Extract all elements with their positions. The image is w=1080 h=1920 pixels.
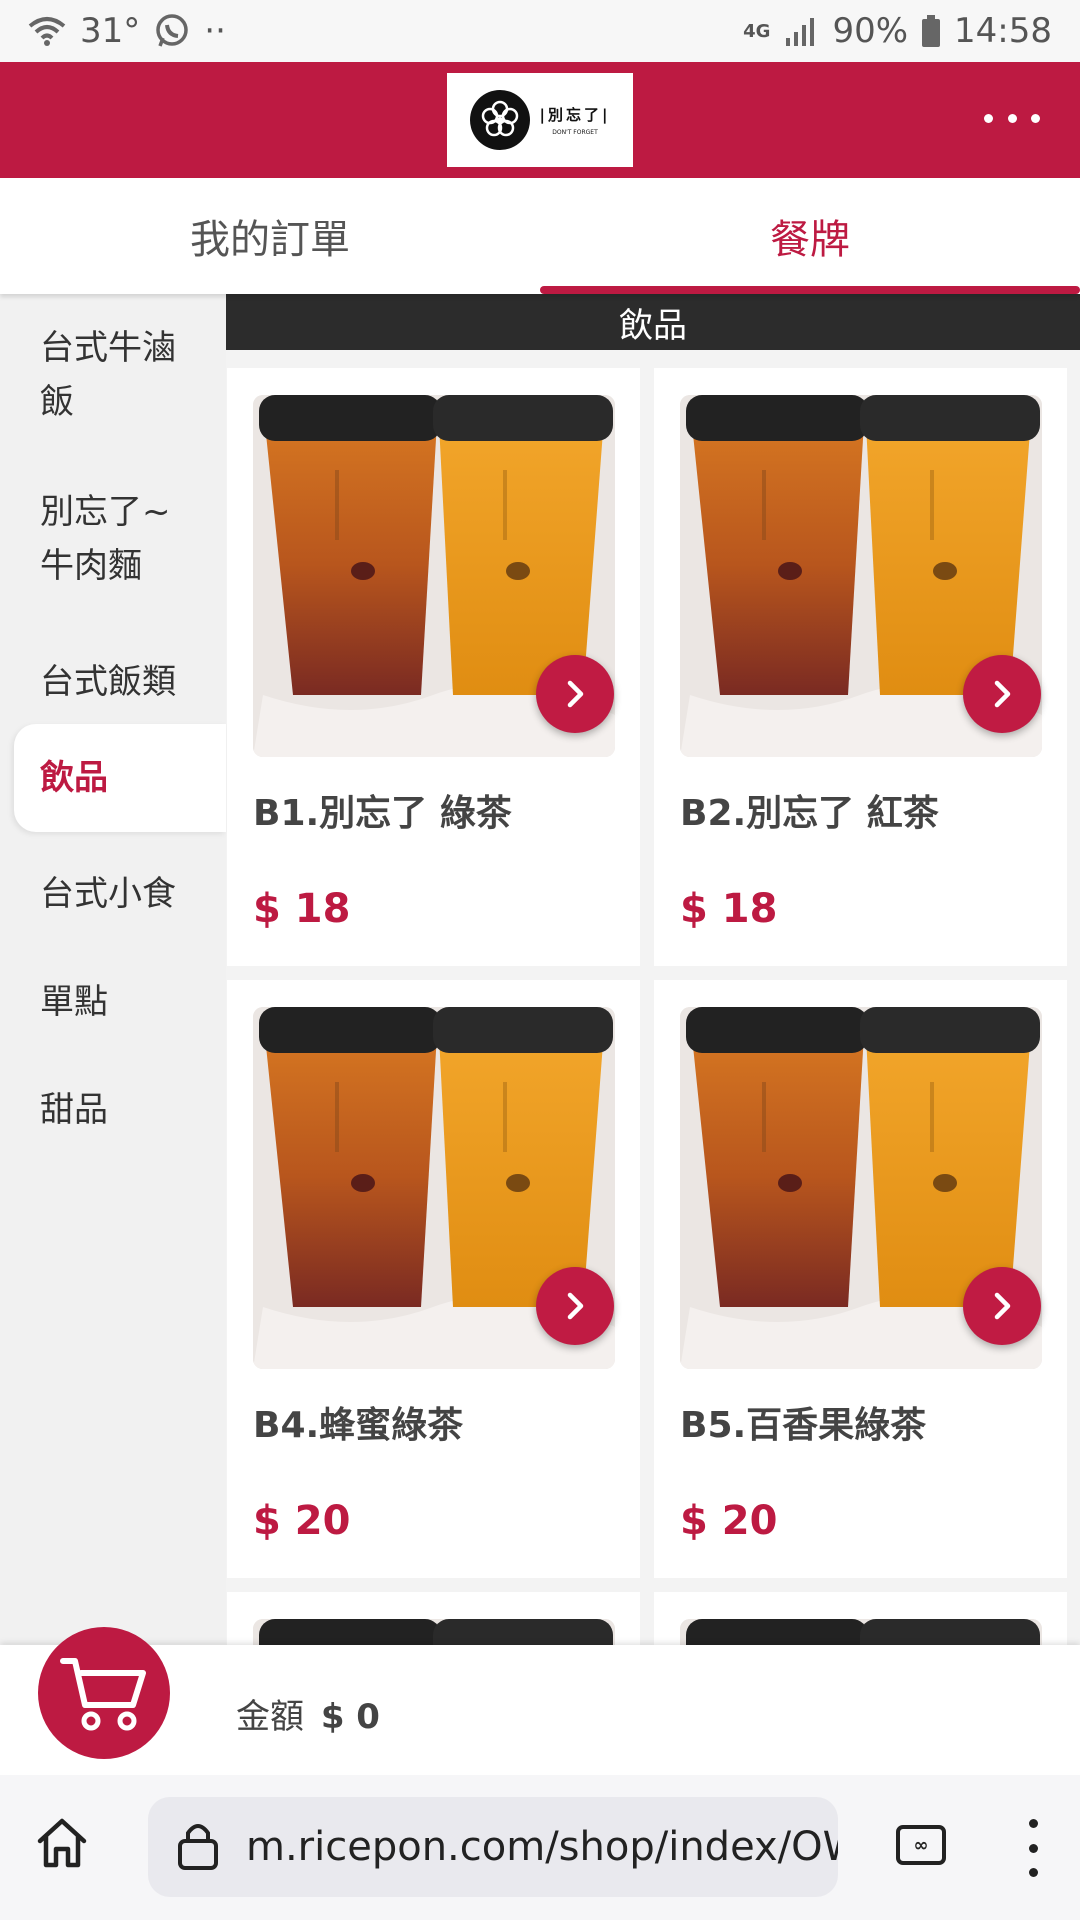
notification-dots: ·· xyxy=(204,11,226,51)
product-card-partial[interactable] xyxy=(654,1592,1067,1652)
cart-total-label: 金額 xyxy=(236,1697,304,1737)
product-price: $ 20 xyxy=(680,1498,778,1544)
cart-total: 金額 $ 0 xyxy=(236,1689,380,1738)
cart-icon xyxy=(60,1658,146,1731)
sidebar-item-drinks[interactable]: 飲品 xyxy=(14,724,226,832)
product-card[interactable]: B2.別忘了 紅茶 $ 18 xyxy=(654,368,1067,966)
category-sidebar: 台式牛滷飯 別忘了~牛肉麵 台式飯類 飲品 台式小食 單點 甜品 xyxy=(0,294,226,1644)
home-icon[interactable] xyxy=(34,1815,90,1875)
logo-subtext: DON'T FORGET xyxy=(552,129,598,136)
whatsapp-icon xyxy=(154,13,190,49)
clock: 14:58 xyxy=(954,11,1052,51)
chevron-right-icon[interactable] xyxy=(536,655,614,733)
wifi-icon xyxy=(28,16,66,46)
product-card[interactable]: B1.別忘了 綠茶 $ 18 xyxy=(227,368,640,966)
sidebar-item-beef-braised-rice[interactable]: 台式牛滷飯 xyxy=(14,320,204,430)
app-header: |別忘了| DON'T FORGET xyxy=(0,62,1080,178)
browser-toolbar: m.ricepon.com/shop/index/OWIw ∞ xyxy=(0,1775,1080,1920)
brand-logo[interactable]: |別忘了| DON'T FORGET xyxy=(447,73,633,167)
chevron-right-icon[interactable] xyxy=(963,1267,1041,1345)
sidebar-item-rice-dishes[interactable]: 台式飯類 xyxy=(14,642,226,722)
section-title: 飲品 xyxy=(226,294,1080,350)
flower-logo-icon xyxy=(469,90,530,150)
chevron-right-icon[interactable] xyxy=(963,655,1041,733)
product-name: B5.百香果綠茶 xyxy=(680,1405,927,1446)
product-price: $ 18 xyxy=(253,886,351,932)
network-label: 4G xyxy=(743,20,771,42)
sidebar-item-desserts[interactable]: 甜品 xyxy=(14,1070,226,1150)
product-card[interactable]: B5.百香果綠茶 $ 20 xyxy=(654,980,1067,1578)
product-card-partial[interactable] xyxy=(227,1592,640,1652)
product-name: B2.別忘了 紅茶 xyxy=(680,793,939,834)
browser-menu-icon[interactable] xyxy=(1026,1819,1040,1877)
sidebar-item-beef-noodles[interactable]: 別忘了~牛肉麵 xyxy=(14,484,204,594)
tabs-icon[interactable]: ∞ xyxy=(896,1825,946,1865)
temperature: 31° xyxy=(80,11,141,51)
tab-menu[interactable]: 餐牌 xyxy=(540,178,1080,294)
signal-icon xyxy=(784,16,818,46)
tab-bar: 我的訂單 餐牌 xyxy=(0,178,1080,294)
product-name: B1.別忘了 綠茶 xyxy=(253,793,512,834)
cart-button[interactable] xyxy=(38,1627,170,1759)
battery-icon xyxy=(922,15,941,47)
product-price: $ 18 xyxy=(680,886,778,932)
lock-icon xyxy=(176,1819,220,1875)
cart-bar: 金額 $ 0 xyxy=(0,1627,1080,1775)
more-menu-icon[interactable] xyxy=(984,98,1040,138)
product-card[interactable]: B4.蜂蜜綠茶 $ 20 xyxy=(227,980,640,1578)
product-name: B4.蜂蜜綠茶 xyxy=(253,1405,464,1446)
chevron-right-icon[interactable] xyxy=(536,1267,614,1345)
battery-percent: 90% xyxy=(832,11,909,51)
logo-text: |別忘了| xyxy=(539,106,611,124)
status-bar: 31° ·· 4G 90% 14:58 xyxy=(0,0,1080,62)
address-bar[interactable]: m.ricepon.com/shop/index/OWIw xyxy=(148,1797,838,1897)
url-text: m.ricepon.com/shop/index/OWIw xyxy=(246,1824,838,1870)
sidebar-item-a-la-carte[interactable]: 單點 xyxy=(14,962,226,1042)
product-price: $ 20 xyxy=(253,1498,351,1544)
tab-my-orders[interactable]: 我的訂單 xyxy=(0,178,540,294)
cart-total-amount: $ 0 xyxy=(320,1697,380,1737)
sidebar-item-snacks[interactable]: 台式小食 xyxy=(14,854,226,934)
